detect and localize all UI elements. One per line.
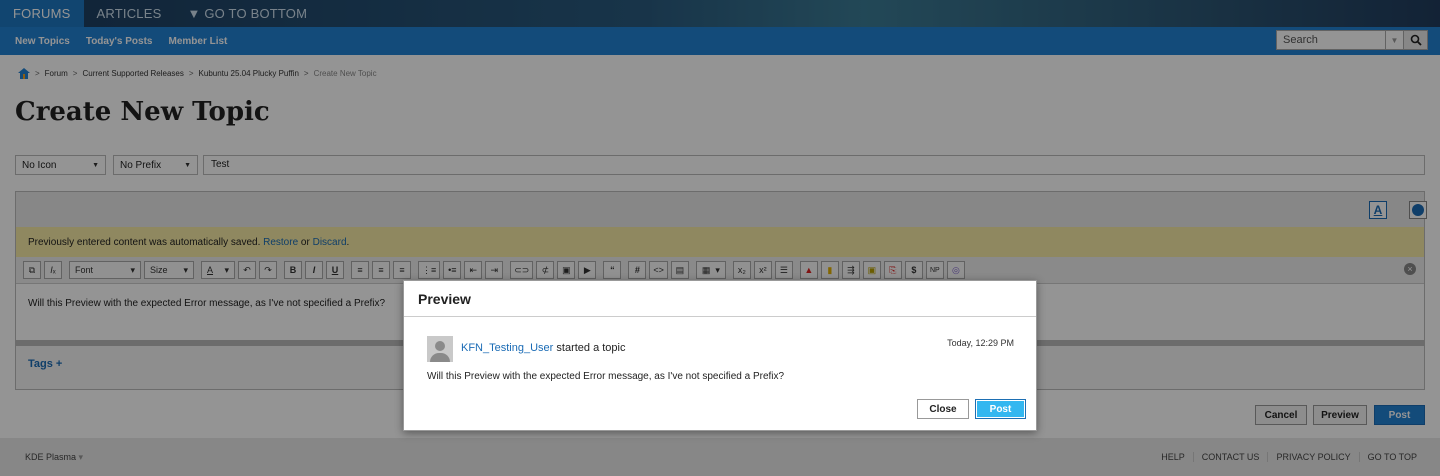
avatar-head	[435, 341, 445, 351]
avatar[interactable]	[427, 336, 453, 362]
post-timestamp: Today, 12:29 PM	[947, 338, 1014, 348]
close-button[interactable]: Close	[917, 399, 969, 419]
post-preview-text: Will this Preview with the expected Erro…	[427, 371, 785, 382]
avatar-body	[430, 353, 450, 362]
username-link[interactable]: KFN_Testing_User	[461, 342, 553, 354]
dialog-post-button[interactable]: Post	[975, 399, 1026, 419]
post-author-line: KFN_Testing_User started a topic	[461, 342, 625, 354]
action-text: started a topic	[556, 342, 626, 354]
preview-dialog: Preview KFN_Testing_User started a topic…	[403, 280, 1037, 431]
dialog-title: Preview	[404, 281, 1036, 317]
